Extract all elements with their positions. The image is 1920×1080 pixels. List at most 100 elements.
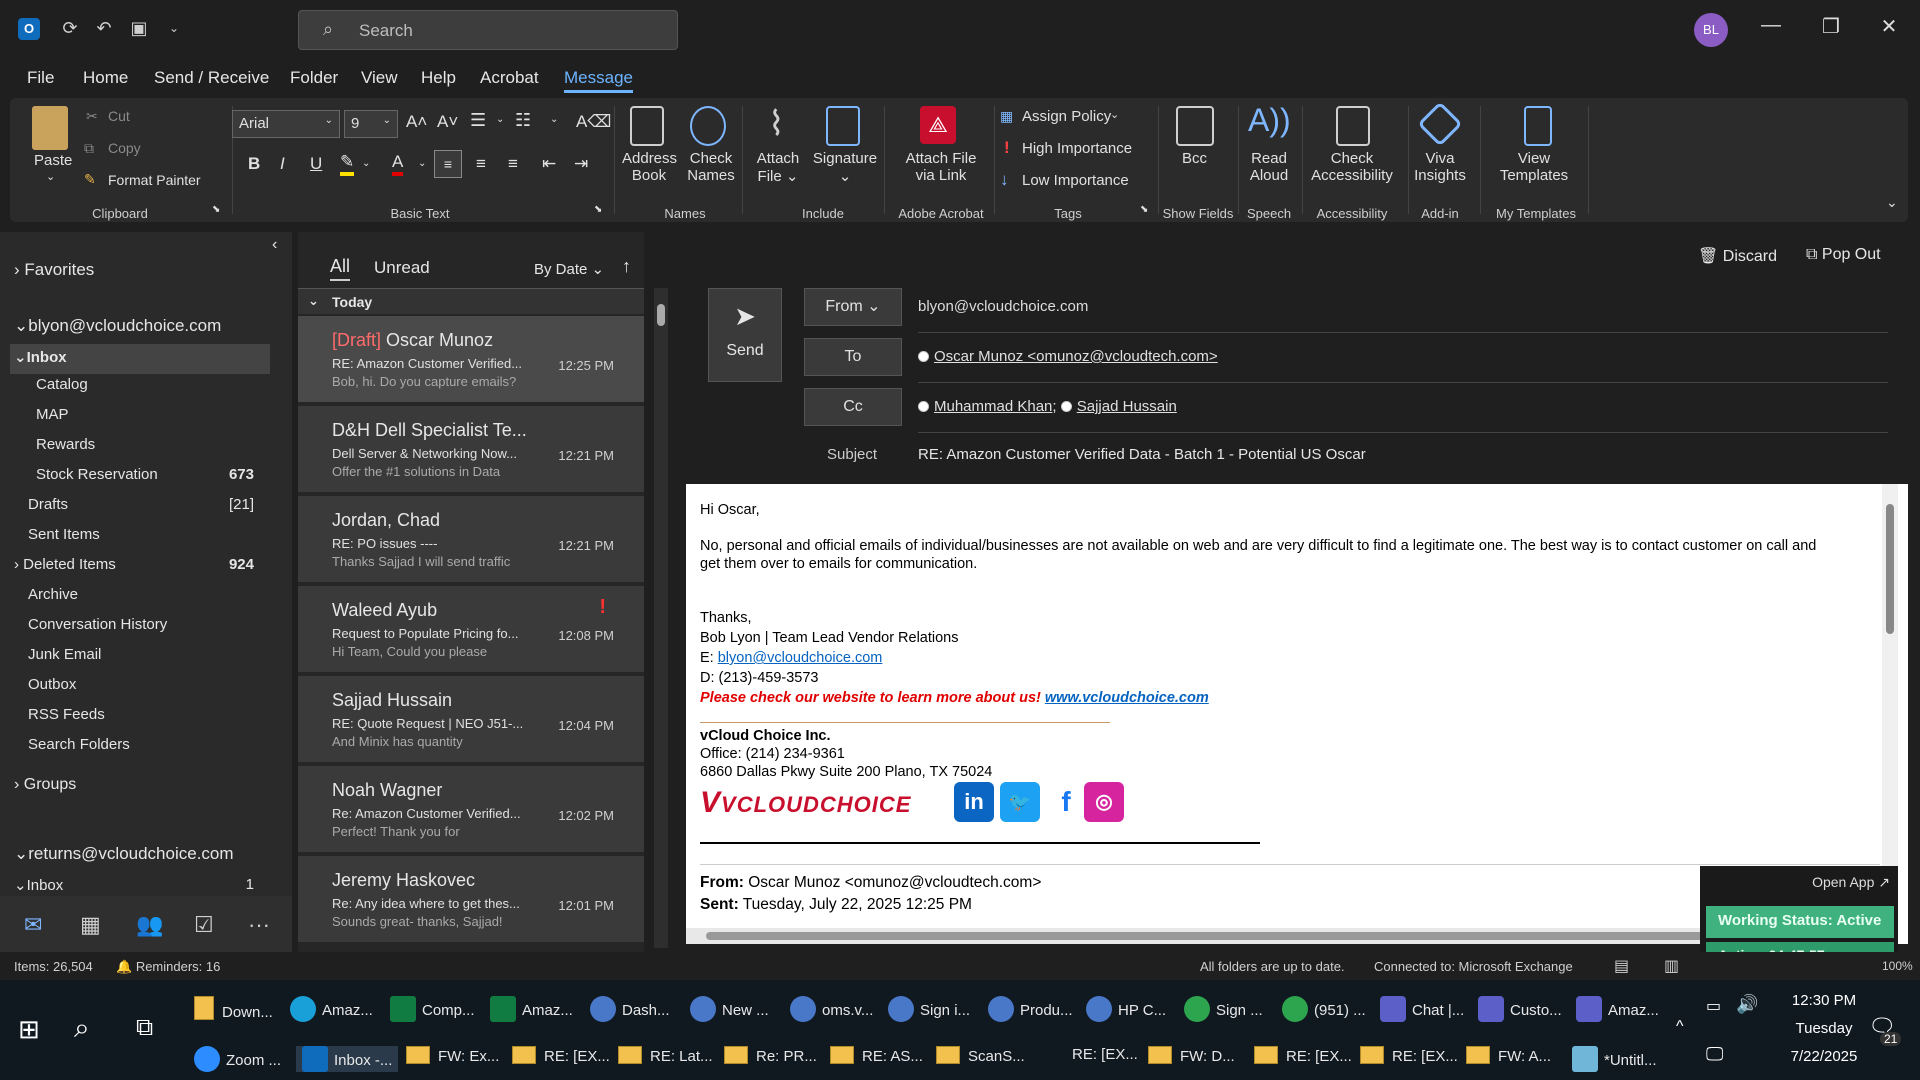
mail-icon[interactable]: ✉ [24,912,42,938]
paste-icon[interactable] [32,106,68,150]
taskbar-item[interactable]: RE: [EX... [1360,1046,1458,1065]
chevron-down-icon[interactable]: ⌄ [418,158,426,169]
highlight-icon[interactable]: ✎ [340,152,355,176]
menu-view[interactable]: View [361,68,398,88]
taskbar-item[interactable]: ScanS... [936,1046,1025,1065]
list-item[interactable]: Noah Wagner Re: Amazon Customer Verified… [298,766,644,854]
account-header-1[interactable]: ⌄blyon@vcloudchoice.com [14,316,221,336]
taskbar-item[interactable]: Inbox -... [296,1046,399,1072]
chevron-down-icon[interactable]: ⌄ [1110,108,1119,121]
viva-insights-button[interactable]: Viva Insights [1410,150,1470,184]
check-names-button[interactable]: Check Names [684,150,738,184]
favorites-header[interactable]: › Favorites [14,260,94,280]
reading-view-icon[interactable]: ▥ [1664,956,1679,976]
align-left-icon[interactable]: ≡ [434,150,462,178]
group-header-today[interactable]: ⌄ Today [298,288,644,314]
collapse-pane-icon[interactable]: ‹ [272,236,277,254]
account-header-2[interactable]: ⌄returns@vcloudchoice.com [14,844,234,864]
taskbar-item[interactable]: RE: AS... [830,1046,923,1065]
chevron-down-icon[interactable]: ⌄ [362,158,370,169]
tasks-icon[interactable]: ☑ [194,912,214,938]
taskbar-item[interactable]: Chat |... [1380,996,1464,1022]
read-aloud-button[interactable]: Read Aloud [1244,150,1294,184]
folder-drafts[interactable]: Drafts [28,496,68,513]
taskbar-item[interactable]: RE: [EX... [1072,1046,1138,1063]
scrollbar-thumb[interactable] [1886,504,1894,634]
to-recipient[interactable]: Oscar Munoz <omunoz@vcloudtech.com> [934,348,1218,365]
cc-field[interactable]: Muhammad Khan; Sajjad Hussain [918,398,1177,415]
discard-button[interactable]: 🗑 Discard [1698,246,1777,266]
folder-archive[interactable]: Archive [28,586,78,603]
format-painter-button[interactable]: Format Painter [108,172,201,188]
list-item[interactable]: Jeremy Haskovec Re: Any idea where to ge… [298,856,644,944]
website-link[interactable]: www.vcloudchoice.com [1045,690,1209,706]
numbering-icon[interactable]: ☷ [515,110,531,131]
undo-icon[interactable]: ↶ [92,16,116,40]
cc-recipient[interactable]: Muhammad Khan [934,398,1052,415]
taskbar-item[interactable]: RE: Lat... [618,1046,713,1065]
folder-junk-email[interactable]: Junk Email [28,646,101,663]
people-icon[interactable]: 👥 [136,912,163,938]
folder-conversation-history[interactable]: Conversation History [28,616,167,633]
bcc-button[interactable]: Bcc [1182,150,1207,167]
low-importance-button[interactable]: Low Importance [1022,172,1129,189]
more-apps-icon[interactable]: ··· [248,912,270,938]
align-center-icon[interactable]: ≡ [476,154,486,174]
taskbar-item[interactable]: *Untitl... [1572,1046,1657,1072]
folder-rss-feeds[interactable]: RSS Feeds [28,706,105,723]
clock-time[interactable]: 12:30 PM [1774,992,1874,1009]
tab-all[interactable]: All [330,256,351,281]
groups-header[interactable]: › Groups [14,776,76,794]
cc-recipient[interactable]: Sajjad Hussain [1077,398,1177,415]
calendar-icon[interactable]: ▦ [80,912,101,938]
taskbar-item[interactable]: Sign i... [888,996,970,1022]
menu-folder[interactable]: Folder [290,68,338,88]
cc-button[interactable]: Cc [804,388,902,426]
menu-message[interactable]: Message [564,68,633,93]
from-button[interactable]: From ⌄ [804,288,902,326]
to-button[interactable]: To [804,338,902,376]
chevron-down-icon[interactable]: ⌄ [496,114,504,125]
taskbar-item[interactable]: Amaz... [290,996,373,1022]
taskbar-item[interactable]: Produ... [988,996,1073,1022]
search-input[interactable]: ⌕ Search [298,10,678,50]
window-layout-icon[interactable]: ▣ [127,16,151,40]
chevron-down-icon[interactable]: ⌄ [550,114,558,125]
list-item[interactable]: [Draft] Oscar Munoz RE: Amazon Customer … [298,316,644,404]
decrease-indent-icon[interactable]: ⇤ [542,154,556,174]
folder-deleted-items[interactable]: › Deleted Items [14,556,116,573]
linkedin-icon[interactable]: in [954,782,994,822]
increase-indent-icon[interactable]: ⇥ [574,154,588,174]
taskbar-item[interactable]: Comp... [390,996,475,1022]
taskbar-item[interactable]: Custo... [1478,996,1562,1022]
folder-inbox[interactable]: ⌄Inbox [14,348,67,366]
taskbar-item[interactable]: (951) ... [1282,996,1366,1022]
battery-icon[interactable]: ▭ [1706,996,1721,1016]
align-right-icon[interactable]: ≡ [508,154,518,174]
pop-out-button[interactable]: ⧉ Pop Out [1806,246,1881,264]
show-hidden-icons-icon[interactable]: ^ [1676,1018,1684,1036]
windows-start-icon[interactable]: ⊞ [18,1014,40,1045]
restore-icon[interactable]: ❐ [1816,14,1846,39]
attach-via-link-button[interactable]: Attach File via Link [896,150,986,184]
ribbon-collapse-icon[interactable]: ⌄ [1886,194,1898,211]
italic-icon[interactable]: I [280,154,285,174]
attach-file-button[interactable]: Attach File ⌄ [754,150,802,185]
list-item[interactable]: Sajjad Hussain RE: Quote Request | NEO J… [298,676,644,764]
list-scrollbar[interactable] [654,288,668,948]
menu-home[interactable]: Home [83,68,128,88]
taskbar-item[interactable]: FW: A... [1466,1046,1551,1065]
taskbar-item[interactable]: Amaz... [490,996,573,1022]
shrink-font-icon[interactable]: A˅ [437,112,458,132]
clear-formatting-icon[interactable]: A⌫ [576,112,611,132]
tags-launcher-icon[interactable]: ⬊ [1140,204,1148,215]
taskbar-item[interactable]: New ... [690,996,769,1022]
check-accessibility-button[interactable]: Check Accessibility [1310,150,1394,184]
signature-button[interactable]: Signature ⌄ [810,150,880,185]
font-name-select[interactable]: Arial ⌄ [232,110,340,138]
instagram-icon[interactable]: ◎ [1084,782,1124,822]
to-field[interactable]: Oscar Munoz <omunoz@vcloudtech.com> [918,348,1218,365]
copy-button[interactable]: Copy [108,140,141,156]
folder-search-folders[interactable]: Search Folders [28,736,130,753]
avatar[interactable]: BL [1694,13,1728,47]
